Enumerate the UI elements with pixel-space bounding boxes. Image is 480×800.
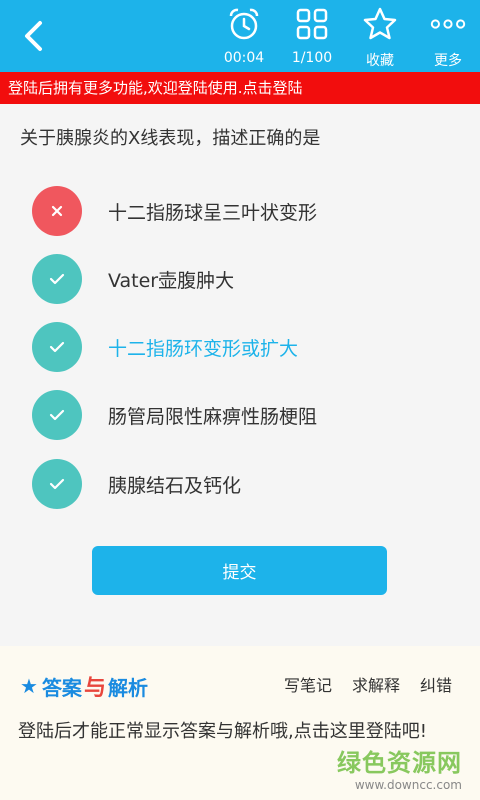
- more-button[interactable]: 更多: [416, 6, 480, 69]
- watermark: 绿色资源网 www.downcc.com: [337, 743, 462, 792]
- write-note-button[interactable]: 写笔记: [284, 672, 332, 696]
- progress-button[interactable]: 1/100: [280, 6, 344, 68]
- question-text: 关于胰腺炎的X线表现，描述正确的是: [20, 128, 321, 149]
- watermark-brand: 绿色资源网: [337, 749, 462, 777]
- check-icon: [49, 409, 65, 421]
- correct-mark: [32, 322, 82, 372]
- cross-icon: [51, 205, 63, 217]
- check-icon: [49, 478, 65, 490]
- option-item[interactable]: 胰腺结石及钙化: [32, 459, 452, 509]
- correct-mark: [32, 390, 82, 440]
- login-banner[interactable]: 登陆后拥有更多功能,欢迎登陆使用.点击登陆: [0, 72, 480, 104]
- grid-icon: [296, 8, 328, 40]
- answer-title-part3: 解析: [107, 675, 148, 700]
- report-error-button[interactable]: 纠错: [420, 672, 452, 696]
- back-button[interactable]: [10, 12, 58, 60]
- answer-title-part2: 与: [83, 676, 106, 701]
- option-text: 胰腺结石及钙化: [108, 474, 242, 497]
- option-item[interactable]: 肠管局限性麻痹性肠梗阻: [32, 390, 452, 440]
- ask-explanation-button[interactable]: 求解释: [352, 672, 400, 696]
- option-text: 十二指肠球呈三叶状变形: [108, 201, 318, 224]
- timer-button[interactable]: 00:04: [212, 6, 276, 68]
- correct-mark: [32, 254, 82, 304]
- option-text: Vater壶腹肿大: [108, 269, 235, 292]
- option-item[interactable]: 十二指肠环变形或扩大: [32, 322, 452, 372]
- option-item[interactable]: Vater壶腹肿大: [32, 254, 452, 304]
- check-icon: [49, 273, 65, 285]
- correct-mark: [32, 459, 82, 509]
- top-toolbar: 00:04 1/100 收藏 更多: [0, 0, 480, 72]
- more-dots-icon: [430, 19, 466, 29]
- progress-label: 1/100: [291, 50, 333, 66]
- alarm-clock-icon: [229, 8, 259, 40]
- star-icon: [363, 7, 397, 40]
- watermark-url: www.downcc.com: [354, 778, 462, 792]
- wrong-mark: [32, 186, 82, 236]
- favorite-label: 收藏: [366, 53, 394, 69]
- favorite-button[interactable]: 收藏: [348, 6, 412, 69]
- option-item[interactable]: 十二指肠球呈三叶状变形: [32, 186, 452, 236]
- option-text: 肠管局限性麻痹性肠梗阻: [108, 405, 318, 428]
- timer-label: 00:04: [223, 50, 265, 66]
- answer-title-part1: 答案: [41, 675, 82, 700]
- option-text-highlighted: 十二指肠环变形或扩大: [108, 337, 299, 360]
- star-icon: ★: [20, 674, 38, 698]
- more-label: 更多: [434, 53, 462, 69]
- submit-button[interactable]: 提交: [92, 546, 387, 595]
- answer-title: ★ 答案 与 解析: [20, 670, 148, 702]
- chevron-left-icon: [25, 21, 42, 51]
- check-icon: [49, 341, 65, 353]
